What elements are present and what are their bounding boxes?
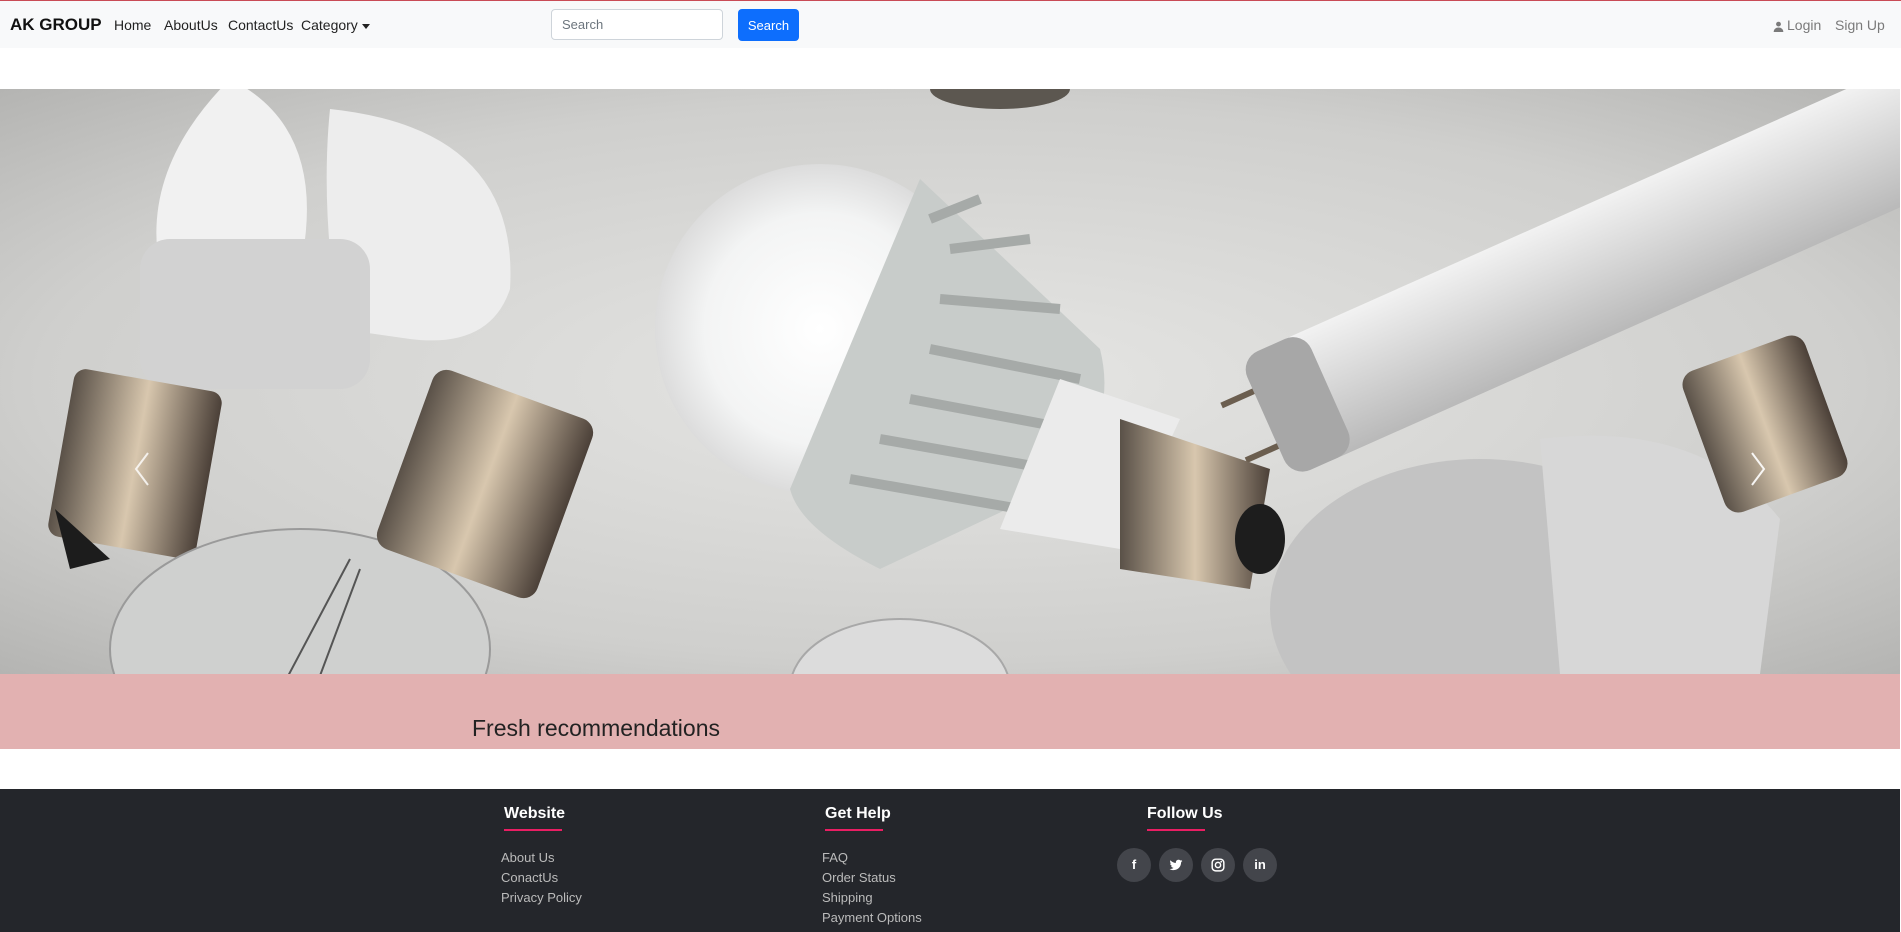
footer-link-privacy-policy[interactable]: Privacy Policy [501, 890, 582, 905]
footer-website-title: Website [504, 805, 566, 822]
footer-link-payment-options[interactable]: Payment Options [822, 910, 922, 925]
recommendations-title: Fresh recommendations [472, 715, 720, 741]
facebook-button[interactable]: f [1117, 848, 1151, 882]
carousel-next-control[interactable] [1748, 449, 1768, 489]
brand-logo[interactable]: AK GROUP [10, 15, 102, 35]
nav-home[interactable]: Home [114, 17, 151, 33]
nav-category-dropdown[interactable]: Category [301, 17, 370, 33]
hero-carousel [0, 89, 1900, 674]
recommendations-section: Fresh recommendations [0, 674, 1900, 749]
footer-gethelp-underline [825, 829, 883, 831]
footer-link-shipping[interactable]: Shipping [822, 890, 873, 905]
twitter-button[interactable] [1159, 848, 1193, 882]
facebook-icon: f [1131, 857, 1137, 872]
footer: Website About Us ConactUs Privacy Policy… [0, 789, 1900, 932]
caret-down-icon [361, 23, 370, 29]
footer-gethelp-title: Get Help [825, 805, 891, 822]
instagram-button[interactable] [1201, 848, 1235, 882]
login-link[interactable]: Login [1773, 17, 1821, 33]
footer-follow-underline [1147, 829, 1205, 831]
instagram-icon [1211, 858, 1225, 872]
search-input[interactable] [551, 9, 723, 40]
chevron-right-icon [1751, 452, 1766, 486]
footer-link-faq[interactable]: FAQ [822, 850, 848, 865]
signup-link[interactable]: Sign Up [1835, 17, 1885, 33]
twitter-icon [1169, 859, 1183, 871]
footer-follow-title: Follow Us [1147, 805, 1223, 822]
login-label: Login [1787, 17, 1822, 33]
hero-image-light-bulbs [0, 89, 1900, 674]
footer-website-underline [504, 829, 562, 831]
chevron-left-icon [134, 452, 149, 486]
linkedin-button[interactable]: in [1243, 848, 1277, 882]
nav-aboutus[interactable]: AboutUs [164, 17, 218, 33]
search-button[interactable]: Search [738, 9, 799, 41]
footer-link-about-us[interactable]: About Us [501, 850, 554, 865]
linkedin-icon: in [1254, 857, 1266, 872]
navbar: AK GROUP Home AboutUs ContactUs Category… [0, 1, 1901, 48]
footer-link-order-status[interactable]: Order Status [822, 870, 896, 885]
nav-category-label: Category [301, 17, 358, 33]
user-icon [1773, 21, 1784, 32]
nav-contactus[interactable]: ContactUs [228, 17, 293, 33]
footer-link-contactus[interactable]: ConactUs [501, 870, 558, 885]
carousel-prev-control[interactable] [132, 449, 152, 489]
